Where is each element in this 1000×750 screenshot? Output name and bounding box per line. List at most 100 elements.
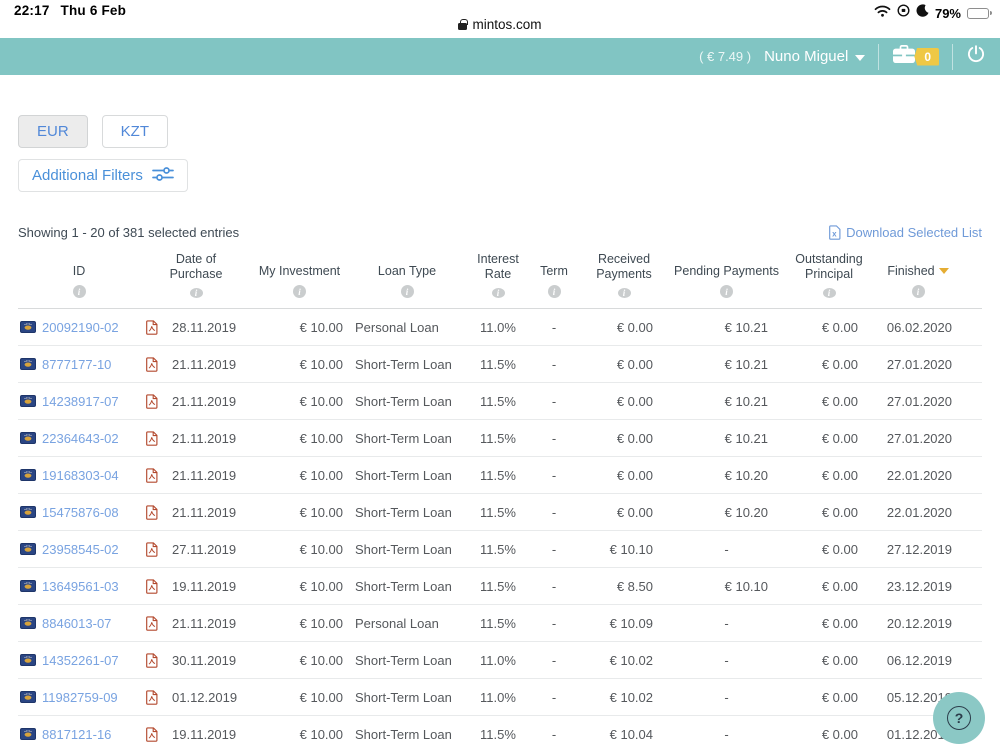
table-header-row: IDiDate of PurchaseiMy InvestmentiLoan T… [18, 254, 982, 309]
pending-payments: - [669, 679, 784, 715]
kosovo-flag-icon [20, 543, 36, 555]
pdf-document-icon[interactable] [146, 653, 158, 668]
loan-id-link[interactable]: 14238917-07 [42, 394, 119, 409]
loan-id-link[interactable]: 23958545-02 [42, 542, 119, 557]
column-header-finished[interactable]: Finishedi [874, 254, 962, 298]
loan-id-link[interactable]: 8777177-10 [42, 357, 111, 372]
interest-rate: 11.0% [467, 309, 529, 345]
loan-id-cell: 19168303-04 [18, 457, 140, 493]
table-row: 15475876-0821.11.2019€ 10.00Short-Term L… [18, 494, 982, 531]
term: - [529, 642, 579, 678]
loan-id-link[interactable]: 14352261-07 [42, 653, 119, 668]
tab-kzt[interactable]: KZT [102, 115, 168, 148]
interest-rate: 11.5% [467, 420, 529, 456]
table-row: 22364643-0221.11.2019€ 10.00Short-Term L… [18, 420, 982, 457]
loan-id-link[interactable]: 8817121-16 [42, 727, 111, 742]
column-header-outstanding[interactable]: Outstanding Principali [784, 254, 874, 298]
loan-id-link[interactable]: 13649561-03 [42, 579, 119, 594]
pdf-document-icon[interactable] [146, 616, 158, 631]
loan-id-cell: 11982759-09 [18, 679, 140, 715]
received-payments: € 0.00 [579, 494, 669, 530]
pdf-document-icon[interactable] [146, 727, 158, 742]
table-row: 11982759-0901.12.2019€ 10.00Short-Term L… [18, 679, 982, 716]
finished-date: 06.12.2019 [874, 642, 962, 678]
info-icon[interactable]: i [73, 285, 86, 298]
column-header-received[interactable]: Received Paymentsi [579, 254, 669, 298]
info-icon[interactable]: i [720, 285, 733, 298]
loan-id-link[interactable]: 11982759-09 [42, 690, 118, 705]
column-header-pending[interactable]: Pending Paymentsi [669, 254, 784, 298]
column-header-date[interactable]: Date of Purchasei [140, 254, 252, 298]
pdf-document-icon[interactable] [146, 579, 158, 594]
excel-file-icon: x [829, 225, 841, 240]
tab-eur[interactable]: EUR [18, 115, 88, 148]
column-label-rate: Interest Rate [472, 252, 524, 281]
loan-id-link[interactable]: 22364643-02 [42, 431, 119, 446]
download-link-label: Download Selected List [846, 225, 982, 240]
pdf-document-icon[interactable] [146, 320, 158, 335]
column-header-loan_type[interactable]: Loan Typei [347, 254, 467, 298]
column-header-id[interactable]: ID i [18, 254, 140, 298]
column-label-id: ID [73, 264, 86, 278]
received-payments: € 10.02 [579, 642, 669, 678]
loan-id-cell: 14352261-07 [18, 642, 140, 678]
info-icon[interactable]: i [492, 288, 505, 298]
pdf-document-icon[interactable] [146, 690, 158, 705]
loan-type: Personal Loan [347, 309, 467, 345]
header-divider [952, 44, 953, 70]
address-bar[interactable]: mintos.com [0, 17, 1000, 32]
table-row: 8846013-0721.11.2019€ 10.00Personal Loan… [18, 605, 982, 642]
info-icon[interactable]: i [548, 285, 561, 298]
received-payments: € 0.00 [579, 309, 669, 345]
table-row: 14238917-0721.11.2019€ 10.00Short-Term L… [18, 383, 982, 420]
url-text: mintos.com [472, 17, 541, 32]
outstanding-principal: € 0.00 [784, 383, 874, 419]
info-icon[interactable]: i [401, 285, 414, 298]
kosovo-flag-icon [20, 580, 36, 592]
loan-id-link[interactable]: 15475876-08 [42, 505, 119, 520]
finished-date: 23.12.2019 [874, 568, 962, 604]
info-icon[interactable]: i [912, 285, 925, 298]
info-icon[interactable]: i [823, 288, 836, 298]
additional-filters-button[interactable]: Additional Filters [18, 159, 188, 192]
pending-payments: - [669, 531, 784, 567]
pdf-document-icon[interactable] [146, 394, 158, 409]
column-header-investment[interactable]: My Investmenti [252, 254, 347, 298]
info-icon[interactable]: i [190, 288, 203, 298]
info-icon[interactable]: i [293, 285, 306, 298]
info-icon[interactable]: i [618, 288, 631, 298]
pdf-document-icon[interactable] [146, 357, 158, 372]
battery-percent: 79% [935, 6, 961, 21]
sliders-filter-icon [152, 166, 174, 186]
column-header-rate[interactable]: Interest Rate i [467, 254, 529, 298]
interest-rate: 11.5% [467, 531, 529, 567]
interest-rate: 11.5% [467, 568, 529, 604]
term: - [529, 531, 579, 567]
pdf-document-icon[interactable] [146, 505, 158, 520]
purchase-date-cell: 21.11.2019 [140, 383, 252, 419]
portfolio-cart-button[interactable]: 0 [892, 45, 939, 69]
loan-id-cell: 14238917-07 [18, 383, 140, 419]
loan-id-link[interactable]: 20092190-02 [42, 320, 119, 335]
pdf-document-icon[interactable] [146, 468, 158, 483]
my-investment: € 10.00 [252, 531, 347, 567]
pdf-document-icon[interactable] [146, 431, 158, 446]
loan-id-link[interactable]: 8846013-07 [42, 616, 111, 631]
user-menu[interactable]: Nuno Miguel [764, 48, 865, 65]
column-header-term[interactable]: Termi [529, 254, 579, 298]
purchase-date: 21.11.2019 [172, 357, 236, 372]
download-selected-list-link[interactable]: x Download Selected List [829, 225, 982, 240]
pending-payments: - [669, 642, 784, 678]
purchase-date-cell: 21.11.2019 [140, 346, 252, 382]
loan-id-cell: 8777177-10 [18, 346, 140, 382]
pdf-document-icon[interactable] [146, 542, 158, 557]
help-button[interactable]: ? [933, 692, 985, 744]
loan-id-link[interactable]: 19168303-04 [42, 468, 119, 483]
loan-id-cell: 22364643-02 [18, 420, 140, 456]
purchase-date-cell: 21.11.2019 [140, 457, 252, 493]
finished-date: 27.01.2020 [874, 346, 962, 382]
logout-button[interactable] [966, 44, 986, 69]
table-body: 20092190-0228.11.2019€ 10.00Personal Loa… [18, 309, 982, 750]
purchase-date: 19.11.2019 [172, 579, 236, 594]
interest-rate: 11.5% [467, 346, 529, 382]
